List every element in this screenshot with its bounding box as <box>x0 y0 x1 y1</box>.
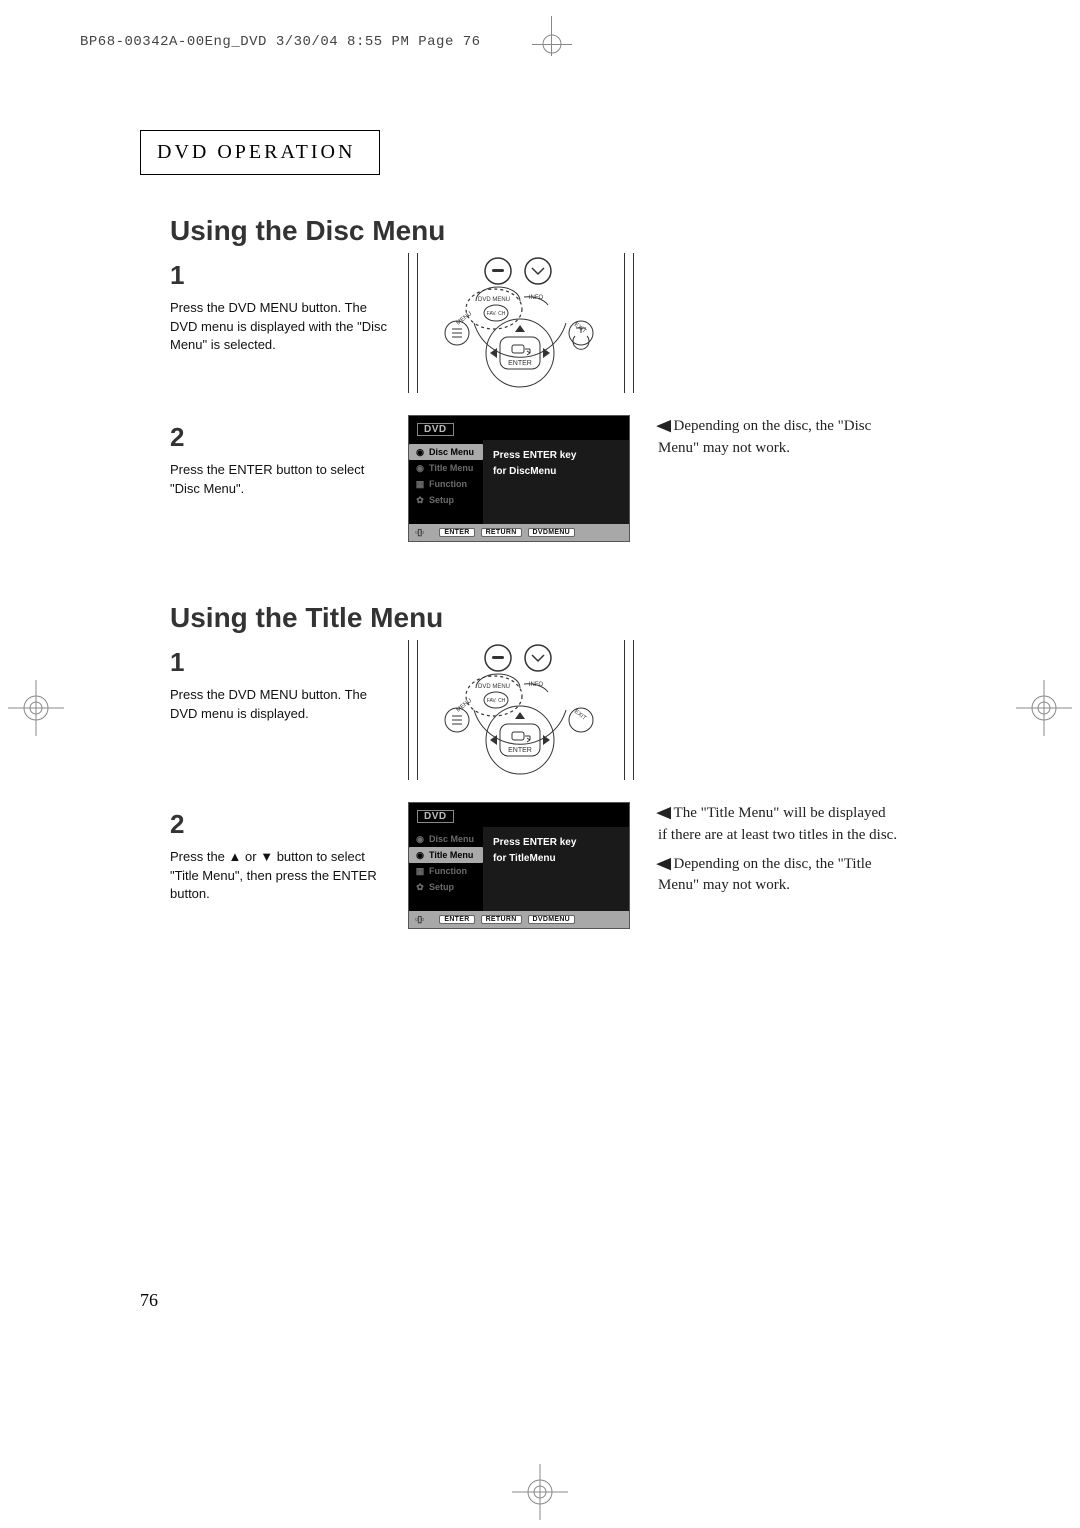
osd-item-setup: ✿Setup <box>409 879 483 895</box>
remote-illustration: DVD MENU FAV. CH INFO MENU EXIT <box>408 253 634 393</box>
svg-text:INFO: INFO <box>529 682 544 688</box>
side-note: ◀Depending on the disc, the "Disc Menu" … <box>658 415 898 466</box>
up-arrow-icon: ▲ <box>229 849 242 864</box>
disc-icon: ◉ <box>415 463 425 473</box>
svg-text:ENTER: ENTER <box>508 360 532 367</box>
osd-hint: DVDMENU <box>528 915 576 924</box>
osd-item-disc-menu: ◉Disc Menu <box>409 831 483 847</box>
osd-item-title-menu: ◉Title Menu <box>409 460 483 476</box>
step-block: 2 Press the ▲ or ▼ button to select "Tit… <box>170 802 390 904</box>
osd-hint: ENTER <box>439 915 474 924</box>
osd-hint: ENTER <box>439 528 474 537</box>
crop-mark-icon <box>532 16 572 56</box>
osd-hint: DVDMENU <box>528 528 576 537</box>
gear-icon: ✿ <box>415 495 425 505</box>
step-instruction: Press the DVD MENU button. The DVD menu … <box>170 299 390 356</box>
remote-illustration: DVD MENU FAV. CH INFO MENU EXIT ENTER <box>408 640 634 780</box>
down-arrow-icon: ▼ <box>260 849 273 864</box>
step-block: 2 Press the ENTER button to select "Disc… <box>170 415 390 498</box>
svg-text:MENU: MENU <box>456 698 474 714</box>
dvd-menu-label: DVD MENU <box>478 297 510 303</box>
grid-icon: ▦ <box>415 866 425 876</box>
osd-message: for DiscMenu <box>493 464 619 480</box>
osd-item-function: ▦Function <box>409 863 483 879</box>
step-block: 1 Press the DVD MENU button. The DVD men… <box>170 253 390 355</box>
osd-screenshot: DVD ◉Disc Menu ◉Title Menu ▦Function ✿Se… <box>408 415 630 542</box>
heading-title-menu: Using the Title Menu <box>170 602 940 634</box>
osd-title: DVD <box>417 810 454 823</box>
osd-item-title-menu: ◉Title Menu <box>409 847 483 863</box>
registration-mark-icon <box>1016 680 1072 736</box>
osd-message: Press ENTER key <box>493 448 619 464</box>
step-number: 2 <box>170 806 390 844</box>
page-number: 76 <box>140 1290 158 1311</box>
left-arrow-icon: ◀ <box>657 415 671 437</box>
osd-item-disc-menu: ◉Disc Menu <box>409 444 483 460</box>
print-header: BP68-00342A-00Eng_DVD 3/30/04 8:55 PM Pa… <box>80 34 481 50</box>
heading-disc-menu: Using the Disc Menu <box>170 215 940 247</box>
osd-item-function: ▦Function <box>409 476 483 492</box>
svg-text:FAV. CH: FAV. CH <box>487 698 506 704</box>
osd-screenshot: DVD ◉Disc Menu ◉Title Menu ▦Function ✿Se… <box>408 802 630 929</box>
step-number: 1 <box>170 644 390 682</box>
registration-mark-icon <box>8 680 64 736</box>
dpad-icon: ▫▯▫ <box>415 914 423 925</box>
osd-message: Press ENTER key <box>493 835 619 851</box>
svg-text:FAV. CH: FAV. CH <box>487 311 506 317</box>
dpad-icon: ▫▯▫ <box>415 527 423 538</box>
osd-hint: RETURN <box>481 528 522 537</box>
step-number: 1 <box>170 257 390 295</box>
section-label: DVD OPERATION <box>140 130 380 175</box>
svg-text:ENTER: ENTER <box>508 747 532 754</box>
gear-icon: ✿ <box>415 882 425 892</box>
disc-icon: ◉ <box>415 850 425 860</box>
osd-title: DVD <box>417 423 454 436</box>
step-instruction: Press the ENTER button to select "Disc M… <box>170 461 390 499</box>
osd-footer: ▫▯▫ ENTER RETURN DVDMENU <box>409 524 629 541</box>
step-instruction: Press the ▲ or ▼ button to select "Title… <box>170 848 390 905</box>
grid-icon: ▦ <box>415 479 425 489</box>
left-arrow-icon: ◀ <box>657 802 671 824</box>
step-block: 1 Press the DVD MENU button. The DVD men… <box>170 640 390 723</box>
osd-footer: ▫▯▫ ENTER RETURN DVDMENU <box>409 911 629 928</box>
osd-item-setup: ✿Setup <box>409 492 483 508</box>
side-note: ◀The "Title Menu" will be displayed if t… <box>658 802 898 903</box>
disc-icon: ◉ <box>415 447 425 457</box>
registration-mark-icon <box>512 1464 568 1520</box>
left-arrow-icon: ◀ <box>657 853 671 875</box>
svg-text:DVD MENU: DVD MENU <box>478 684 510 690</box>
svg-text:MENU: MENU <box>456 311 474 327</box>
step-number: 2 <box>170 419 390 457</box>
disc-icon: ◉ <box>415 834 425 844</box>
step-instruction: Press the DVD MENU button. The DVD menu … <box>170 686 390 724</box>
svg-text:EXIT: EXIT <box>573 709 587 722</box>
svg-text:INFO: INFO <box>529 295 544 301</box>
osd-hint: RETURN <box>481 915 522 924</box>
osd-message: for TitleMenu <box>493 851 619 867</box>
